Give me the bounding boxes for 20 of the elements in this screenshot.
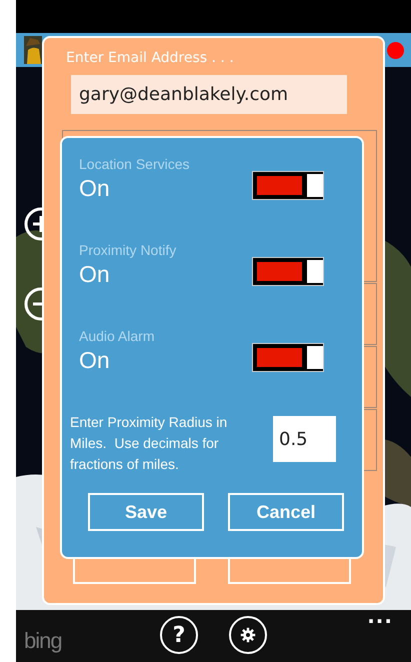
setting-state: On [79, 347, 111, 374]
setting-label: Location Services [79, 156, 190, 172]
setting-state: On [79, 175, 111, 202]
settings-icon [240, 627, 256, 643]
radius-field[interactable]: 0.5 [273, 416, 336, 462]
dialog-title: Enter Email Address . . . [66, 50, 235, 66]
help-button[interactable]: ? [160, 616, 198, 654]
status-dot [387, 42, 404, 58]
email-field[interactable]: gary@deanblakely.com [71, 75, 347, 114]
figure-icon [24, 36, 42, 64]
settings-button[interactable] [229, 616, 267, 654]
toggle-switch[interactable] [252, 170, 324, 200]
setting-state: On [79, 261, 111, 288]
toggle-switch[interactable] [252, 256, 324, 286]
toggle-switch[interactable] [252, 342, 324, 372]
logo: bing [24, 628, 62, 654]
radius-prompt: Enter Proximity Radius in Miles. Use decimals for fractions of miles. [70, 413, 228, 474]
setting-label: Audio Alarm [79, 328, 154, 344]
setting-label: Proximity Notify [79, 242, 176, 258]
more-button[interactable]: ... [367, 604, 393, 628]
